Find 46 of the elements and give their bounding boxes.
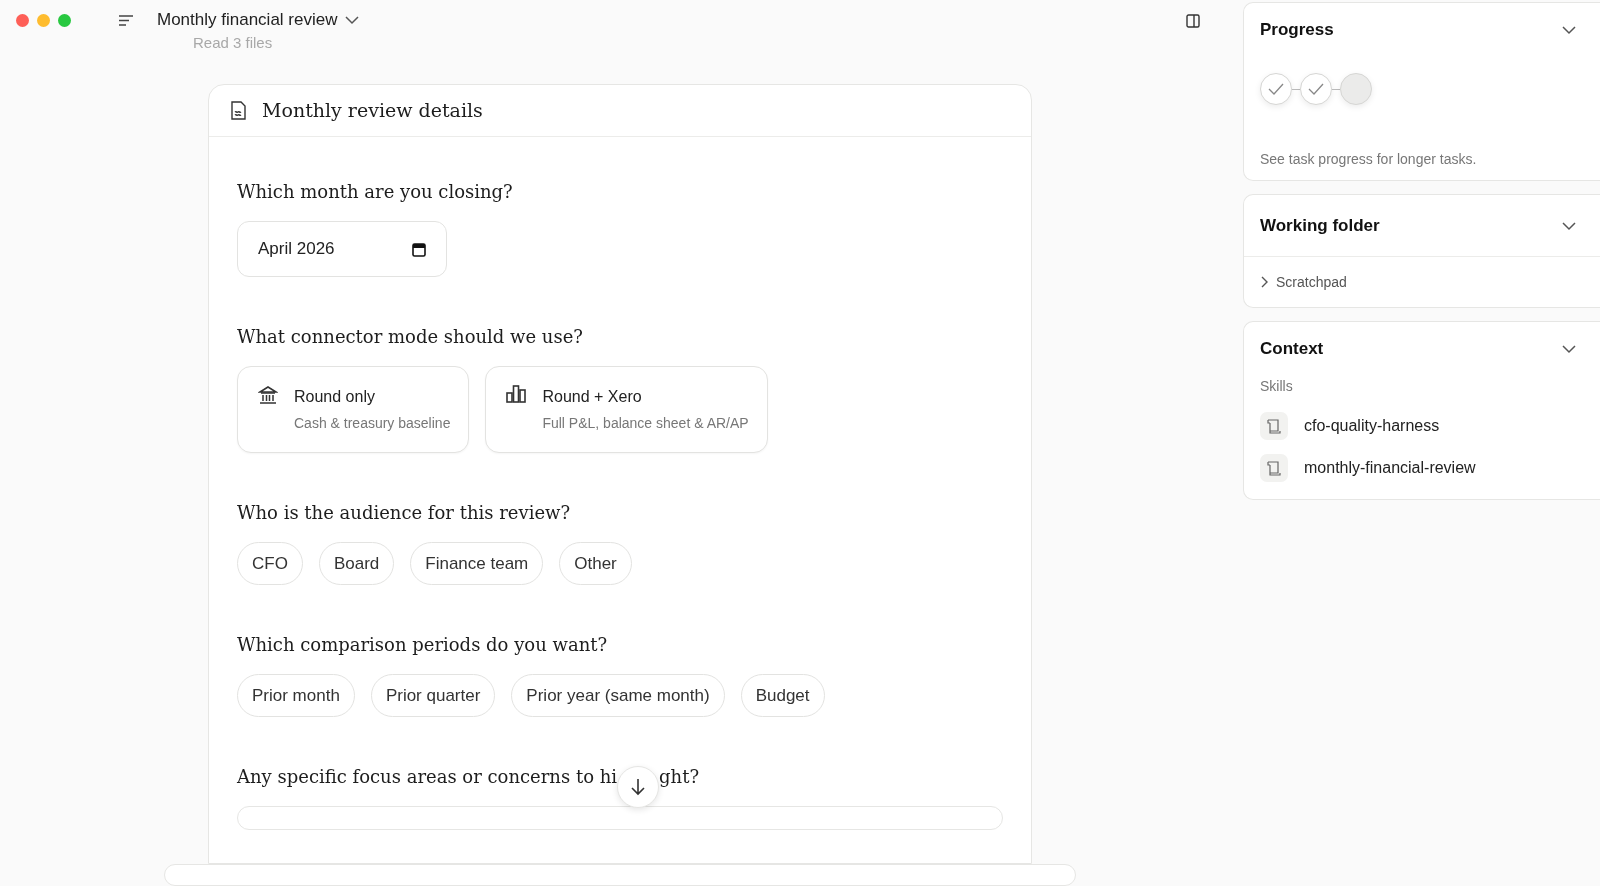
progress-note: See task progress for longer tasks. [1259, 150, 1478, 169]
form-title: Monthly review details [262, 98, 483, 124]
folder-item[interactable]: Scratchpad [1244, 257, 1600, 307]
calendar-icon[interactable] [412, 241, 426, 257]
option-chip[interactable]: Prior month [237, 674, 355, 717]
question-label: Which comparison periods do you want? [237, 633, 609, 657]
scroll-icon [1266, 460, 1282, 476]
question-label: ght? [659, 765, 700, 789]
option-chip[interactable]: Budget [740, 674, 825, 717]
option-chip[interactable]: Finance team [410, 542, 544, 585]
chevron-down-icon[interactable] [345, 15, 360, 25]
option-card[interactable]: Round + Xero Full P&L, balance sheet & AR/AP [485, 366, 768, 453]
option-chip[interactable]: Prior year (same month) [511, 674, 725, 717]
scroll-down-button[interactable] [617, 765, 660, 808]
skill-item[interactable]: monthly-financial-review [1244, 447, 1600, 489]
title-dropdown[interactable]: Monthly financial review [157, 7, 360, 33]
panel-title: Context [1260, 338, 1324, 361]
option-chip[interactable]: Other [559, 542, 632, 585]
skill-item[interactable]: cfo-quality-harness [1244, 405, 1600, 447]
check-icon [1268, 83, 1284, 95]
question-label: Which month are you closing? [237, 180, 514, 204]
document-icon [231, 101, 246, 120]
option-chip[interactable]: Prior quarter [370, 674, 496, 717]
chevron-right-icon [1260, 276, 1268, 288]
panel-title: Progress [1260, 19, 1334, 42]
option-chip[interactable]: CFO [237, 542, 303, 585]
question-label: Any specific focus areas or concerns to hi [237, 765, 618, 789]
chevron-down-icon[interactable] [1562, 221, 1576, 231]
close-window-button[interactable] [16, 13, 29, 27]
chevron-down-icon[interactable] [1562, 345, 1576, 355]
option-card[interactable]: Round only Cash & treasury baseline [237, 366, 470, 453]
option-chip[interactable]: Board [318, 542, 395, 585]
question-label: What connector mode should we use? [237, 325, 584, 349]
section-label: Skills [1259, 377, 1294, 396]
panel-title: Working folder [1260, 214, 1380, 237]
month-picker[interactable]: April 2026 [237, 221, 447, 277]
chevron-down-icon[interactable] [1562, 26, 1576, 36]
check-icon [1308, 83, 1324, 95]
question-label: Who is the audience for this review? [237, 501, 572, 525]
bank-icon [258, 385, 278, 405]
status-text: Read 3 files [193, 33, 273, 53]
bar-chart-icon [506, 385, 527, 403]
arrow-down-icon [630, 777, 647, 796]
menu-icon[interactable] [119, 15, 133, 27]
sidebar-toggle-icon[interactable] [1186, 13, 1200, 28]
scroll-icon [1266, 418, 1282, 434]
